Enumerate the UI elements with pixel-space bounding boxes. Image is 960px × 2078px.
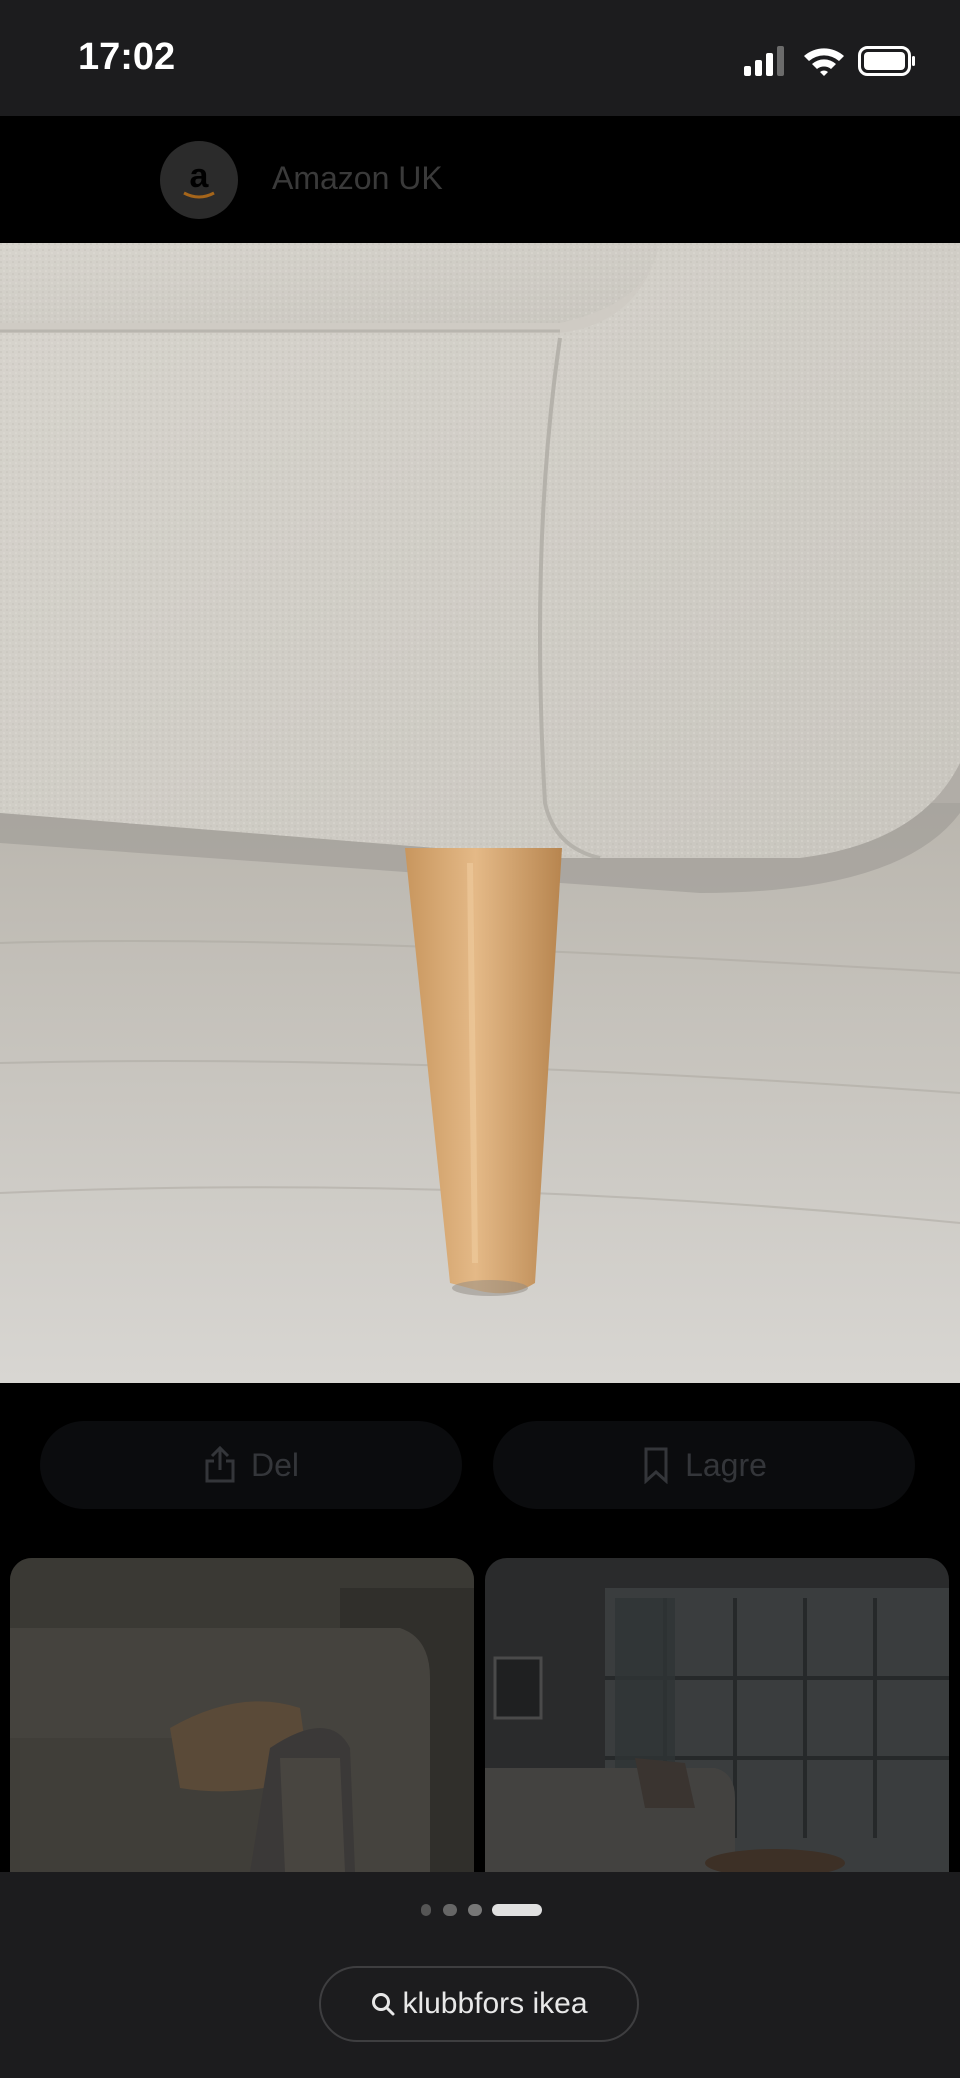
bookmark-icon xyxy=(644,1447,668,1484)
share-icon xyxy=(205,1446,235,1483)
search-query-button[interactable]: klubbfors ikea xyxy=(319,1966,639,2042)
wifi-icon xyxy=(804,48,844,76)
svg-text:a: a xyxy=(190,157,210,195)
signal-icon xyxy=(744,46,784,76)
amazon-logo-glyph: a xyxy=(183,157,215,199)
amazon-logo-icon: a xyxy=(160,141,238,219)
save-label: Lagre xyxy=(685,1446,767,1483)
save-button[interactable]: Lagre xyxy=(493,1421,915,1509)
share-label: Del xyxy=(250,1446,299,1483)
status-time: 17:02 xyxy=(78,36,176,78)
action-area: Del Lagre xyxy=(0,1383,960,1558)
related-image-1[interactable] xyxy=(10,1558,474,1872)
page-dot-2 xyxy=(443,1904,457,1916)
page-dot-1 xyxy=(421,1904,431,1916)
source-header[interactable]: a Amazon UK xyxy=(0,116,960,243)
sofa-leg-illustration xyxy=(0,243,960,1383)
battery-icon xyxy=(858,46,915,76)
source-name[interactable]: Amazon UK xyxy=(272,160,443,197)
product-image[interactable] xyxy=(0,243,960,1383)
related-image-2[interactable] xyxy=(485,1558,949,1872)
bottom-bar: klubbfors ikea xyxy=(0,1872,960,2078)
search-icon xyxy=(372,1993,395,2016)
page-dot-4-active xyxy=(492,1904,542,1916)
search-query-text: klubbfors ikea xyxy=(402,1987,588,2020)
status-bar: 17:02 xyxy=(0,0,960,116)
share-button[interactable]: Del xyxy=(40,1421,462,1509)
living-room-thumbnail-2 xyxy=(485,1558,949,1872)
page-dot-3 xyxy=(468,1904,482,1916)
living-room-thumbnail-1 xyxy=(10,1558,474,1872)
page-indicator xyxy=(0,1902,960,1918)
